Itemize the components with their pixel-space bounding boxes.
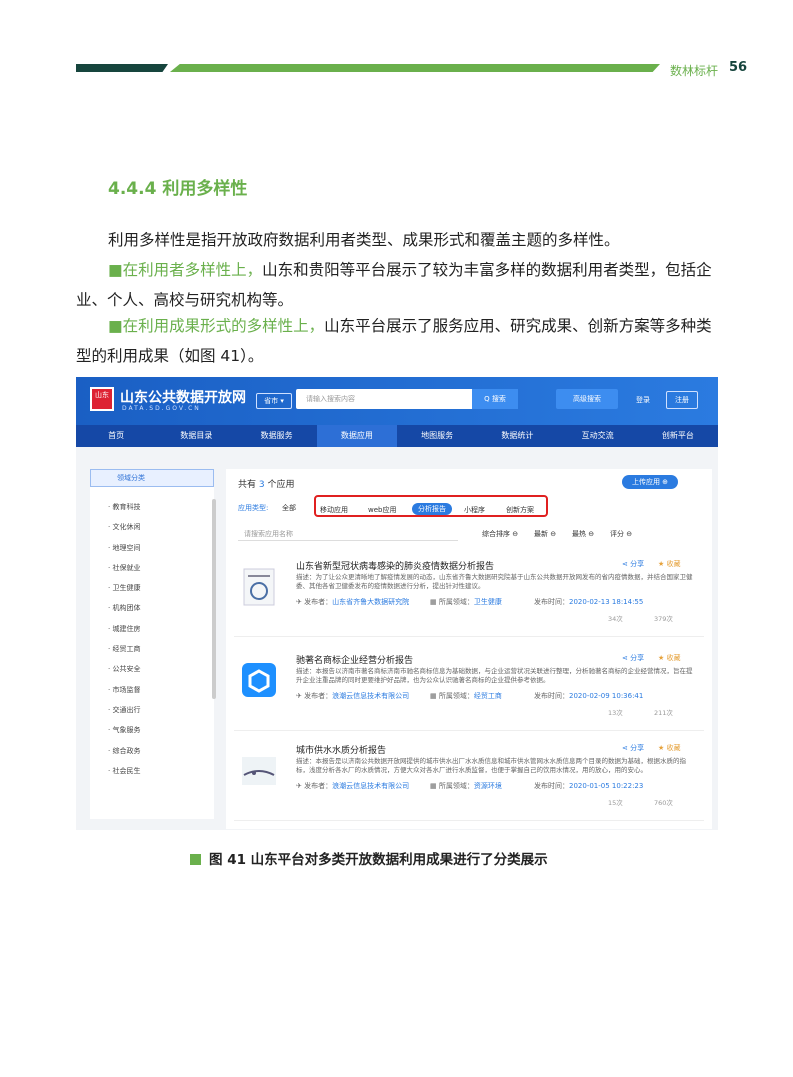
- site-title: 山东公共数据开放网: [120, 390, 246, 406]
- type-all[interactable]: 全部: [282, 503, 296, 513]
- site-subtitle: DATA.SD.GOV.CN: [122, 405, 201, 412]
- register-button[interactable]: 注册: [666, 391, 698, 409]
- type-innovation[interactable]: 创新方案: [506, 505, 534, 515]
- sidebar-item[interactable]: · 卫生健康: [108, 578, 140, 598]
- item-time: 发布时间：2020-01-05 10:22:23: [534, 782, 644, 790]
- search-button[interactable]: Q 搜索: [472, 389, 518, 409]
- figure-caption: 图 41 山东平台对多类开放数据利用成果进行了分类展示: [190, 848, 548, 868]
- sidebar-item[interactable]: · 文化休闲: [108, 517, 140, 537]
- share-button[interactable]: ⋖ 分享: [622, 559, 644, 569]
- search-input[interactable]: 请输入搜索内容: [296, 389, 484, 409]
- item-field: ▦ 所属领域：经贸工商: [430, 692, 502, 700]
- type-mobile[interactable]: 移动应用: [320, 505, 348, 515]
- nav-item-stats[interactable]: 数据统计: [477, 425, 557, 447]
- app-name-search[interactable]: 请搜索应用名称: [238, 527, 458, 541]
- app-count: 共有 3 个应用: [238, 480, 295, 490]
- item-field: ▦ 所属领域：卫生健康: [430, 598, 502, 606]
- view-count: 34次: [608, 615, 623, 623]
- page-number: 56: [729, 60, 748, 75]
- site-logo: 山东: [90, 387, 114, 411]
- section-title: 4.4.4 利用多样性: [108, 179, 248, 199]
- paragraph-3-highlight: ■在利用成果形式的多样性上，: [108, 317, 325, 335]
- sidebar-item[interactable]: · 地理空间: [108, 538, 140, 558]
- header-bar-dark: [76, 64, 168, 72]
- paragraph-2-highlight: ■在利用者多样性上，: [108, 261, 263, 279]
- site-nav: 首页 数据目录 数据服务 数据应用 地图服务 数据统计 互动交流 创新平台: [76, 425, 718, 447]
- login-link[interactable]: 登录: [636, 395, 650, 405]
- category-sidebar: 领域分类 · 教育科技 · 文化休闲 · 地理空间 · 社保就业 · 卫生健康 …: [90, 469, 216, 819]
- upload-app-button[interactable]: 上传应用 ⊕: [622, 475, 678, 489]
- item-title[interactable]: 驰著名商标企业经营分析报告: [296, 653, 413, 666]
- item-description: 描述：本报告以济南市著名商标济南市驰名商标信息为基础数据，与企业运营状况关联进行…: [296, 667, 693, 684]
- nav-item-services[interactable]: 数据服务: [237, 425, 317, 447]
- type-miniprogram[interactable]: 小程序: [464, 505, 485, 515]
- download-count: 760次: [654, 799, 673, 807]
- item-time: 发布时间：2020-02-09 10:36:41: [534, 692, 644, 700]
- type-web[interactable]: web应用: [368, 505, 396, 515]
- sort-hottest[interactable]: 最热 ⊖: [572, 529, 594, 539]
- advanced-search-button[interactable]: 高级搜索: [556, 389, 618, 409]
- paragraph-3: ■在利用成果形式的多样性上，山东平台展示了服务应用、研究成果、创新方案等多种类型…: [76, 311, 720, 371]
- sidebar-item[interactable]: · 机构团体: [108, 598, 140, 618]
- sort-rating[interactable]: 评分 ⊖: [610, 529, 632, 539]
- item-description: 描述：为了让公众更清晰地了解疫情发展的动态，山东省齐鲁大数据研究院基于山东公共数…: [296, 573, 693, 590]
- sidebar-item[interactable]: · 综合政务: [108, 741, 140, 761]
- item-description: 描述：本报告是以济南公共数据开放网提供的城市供水出厂水水质信息和城市供水管网水水…: [296, 757, 686, 774]
- view-count: 13次: [608, 709, 623, 717]
- app-type-label: 应用类型:: [238, 504, 269, 512]
- province-select[interactable]: 省市 ▾: [256, 393, 292, 409]
- item-field: ▦ 所属领域：资源环境: [430, 782, 502, 790]
- sort-newest[interactable]: 最新 ⊖: [534, 529, 556, 539]
- list-item[interactable]: 驰著名商标企业经营分析报告 ⋖ 分享 ★ 收藏 描述：本报告以济南市著名商标济南…: [234, 651, 704, 731]
- list-item[interactable]: 山东省新型冠状病毒感染的肺炎疫情数据分析报告 ⋖ 分享 ★ 收藏 描述：为了让公…: [234, 557, 704, 637]
- view-count: 15次: [608, 799, 623, 807]
- sidebar-list: · 教育科技 · 文化休闲 · 地理空间 · 社保就业 · 卫生健康 · 机构团…: [108, 497, 140, 781]
- sidebar-item[interactable]: · 城建住房: [108, 619, 140, 639]
- item-time: 发布时间：2020-02-13 18:14:55: [534, 598, 644, 606]
- item-publisher: ✈ 发布者：浪潮云信息技术有限公司: [296, 782, 410, 790]
- favorite-button[interactable]: ★ 收藏: [658, 743, 681, 753]
- water-report-cover-icon: [242, 757, 276, 785]
- nav-item-innovation[interactable]: 创新平台: [638, 425, 718, 447]
- share-button[interactable]: ⋖ 分享: [622, 653, 644, 663]
- item-title[interactable]: 城市供水水质分析报告: [296, 743, 386, 756]
- sidebar-item[interactable]: · 教育科技: [108, 497, 140, 517]
- site-header: 山东 山东公共数据开放网 DATA.SD.GOV.CN 省市 ▾ 请输入搜索内容…: [76, 377, 718, 425]
- download-count: 211次: [654, 709, 673, 717]
- sidebar-scrollbar[interactable]: [212, 499, 216, 699]
- download-count: 379次: [654, 615, 673, 623]
- sidebar-header[interactable]: 领域分类: [90, 469, 214, 487]
- favorite-button[interactable]: ★ 收藏: [658, 653, 681, 663]
- header-bar-green: [170, 64, 660, 72]
- report-cover-icon: [243, 568, 275, 606]
- sidebar-item[interactable]: · 经贸工商: [108, 639, 140, 659]
- favorite-button[interactable]: ★ 收藏: [658, 559, 681, 569]
- share-button[interactable]: ⋖ 分享: [622, 743, 644, 753]
- item-publisher: ✈ 发布者：浪潮云信息技术有限公司: [296, 692, 410, 700]
- nav-item-home[interactable]: 首页: [76, 425, 156, 447]
- nav-item-interaction[interactable]: 互动交流: [558, 425, 638, 447]
- item-publisher: ✈ 发布者：山东省齐鲁大数据研究院: [296, 598, 410, 606]
- paragraph-2: ■在利用者多样性上，山东和贵阳等平台展示了较为丰富多样的数据利用者类型，包括企业…: [76, 255, 720, 315]
- header-brand: 数林标杆: [670, 64, 719, 78]
- sidebar-item[interactable]: · 市场监督: [108, 680, 140, 700]
- nav-item-apps[interactable]: 数据应用: [316, 425, 397, 447]
- list-item[interactable]: 城市供水水质分析报告 ⋖ 分享 ★ 收藏 描述：本报告是以济南公共数据开放网提供…: [234, 741, 704, 821]
- nav-item-maps[interactable]: 地图服务: [397, 425, 477, 447]
- sidebar-item[interactable]: · 交通出行: [108, 700, 140, 720]
- sidebar-item[interactable]: · 社保就业: [108, 558, 140, 578]
- app-icon: [242, 663, 276, 697]
- sidebar-item[interactable]: · 社会民生: [108, 761, 140, 781]
- item-title[interactable]: 山东省新型冠状病毒感染的肺炎疫情数据分析报告: [296, 559, 494, 572]
- figure-screenshot: 山东 山东公共数据开放网 DATA.SD.GOV.CN 省市 ▾ 请输入搜索内容…: [76, 377, 718, 830]
- paragraph-1: 利用多样性是指开放政府数据利用者类型、成果形式和覆盖主题的多样性。: [108, 231, 620, 249]
- type-filter-highlight: 移动应用 web应用 分析报告 小程序 创新方案: [314, 495, 548, 517]
- type-report[interactable]: 分析报告: [412, 503, 452, 515]
- sidebar-item[interactable]: · 公共安全: [108, 659, 140, 679]
- nav-item-catalog[interactable]: 数据目录: [156, 425, 236, 447]
- sort-overall[interactable]: 综合排序 ⊖: [482, 529, 518, 539]
- caption-square-icon: [190, 854, 201, 865]
- app-list-panel: 共有 3 个应用 上传应用 ⊕ 应用类型: 全部 移动应用 web应用 分析报告…: [226, 469, 712, 829]
- sidebar-item[interactable]: · 气象服务: [108, 720, 140, 740]
